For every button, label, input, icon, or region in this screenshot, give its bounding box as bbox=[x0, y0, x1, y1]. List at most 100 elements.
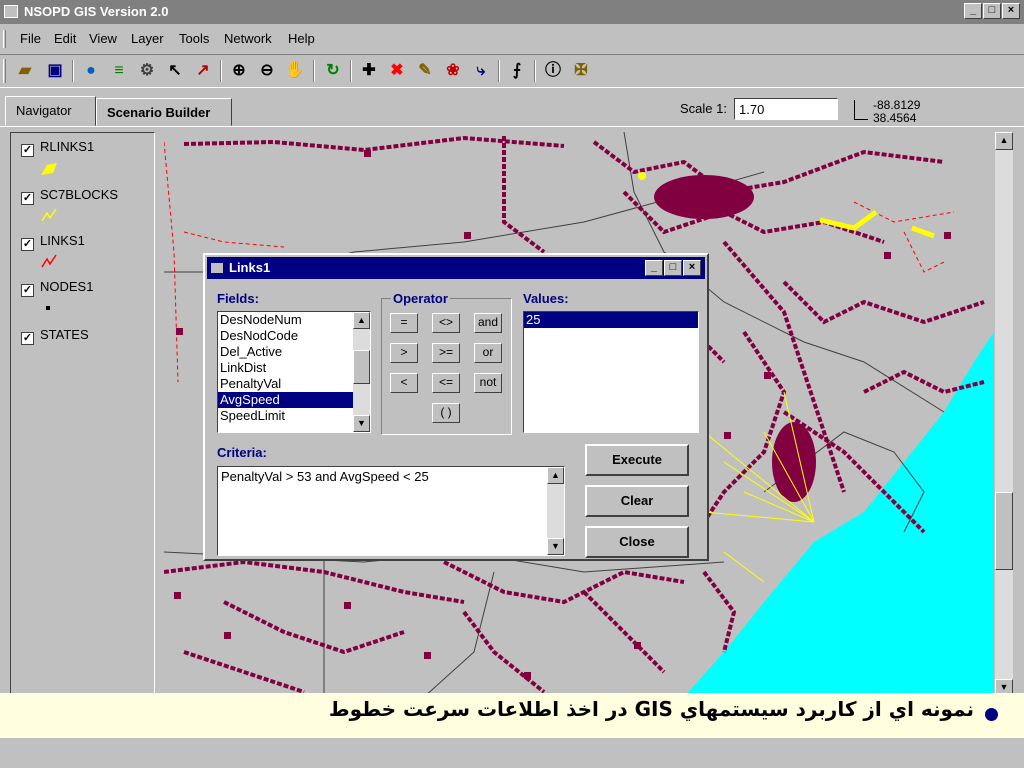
toolbar-separator bbox=[313, 60, 315, 82]
operator-equals-button[interactable]: = bbox=[390, 313, 418, 333]
list-item[interactable]: DesNodCode bbox=[218, 328, 370, 344]
criteria-scrollbar[interactable]: ▲ ▼ bbox=[547, 467, 564, 555]
crosshair-icon[interactable]: ✠ bbox=[570, 60, 592, 82]
dialog-controls: _ □ × bbox=[645, 260, 701, 276]
open-folder-icon[interactable]: ▰ bbox=[14, 60, 36, 82]
scale-input[interactable] bbox=[734, 98, 838, 120]
tab-navigator[interactable]: Navigator bbox=[5, 96, 96, 126]
sc7blocks-symbol-icon bbox=[41, 208, 57, 222]
rlinks-symbol-icon bbox=[41, 163, 57, 175]
layer-checkbox[interactable]: ✓ bbox=[21, 144, 34, 157]
fields-label: Fields: bbox=[217, 291, 259, 306]
info-icon[interactable]: ⓘ bbox=[542, 60, 564, 82]
layer-rlinks1[interactable]: ✓ RLINKS1 bbox=[21, 139, 94, 157]
window-title: NSOPD GIS Version 2.0 bbox=[24, 4, 169, 19]
caption-text: نمونه اي از كاربرد سيستمهاي GIS در اخذ ا… bbox=[328, 697, 974, 721]
delete-icon[interactable]: ✖ bbox=[386, 60, 408, 82]
dialog-close-button[interactable]: × bbox=[683, 260, 701, 276]
select-arrow-icon[interactable]: ↖ bbox=[164, 60, 186, 82]
map-vertical-scrollbar[interactable]: ▲ ▼ bbox=[995, 132, 1013, 697]
menu-layer[interactable]: Layer bbox=[131, 31, 164, 46]
operator-greater-button[interactable]: > bbox=[390, 343, 418, 363]
layer-checkbox[interactable]: ✓ bbox=[21, 238, 34, 251]
list-item[interactable]: DesNodeNum bbox=[218, 312, 370, 328]
list-item[interactable]: LinkDist bbox=[218, 360, 370, 376]
close-button[interactable]: × bbox=[1002, 3, 1020, 19]
scale-label: Scale 1: bbox=[680, 101, 727, 116]
links-symbol-icon bbox=[41, 254, 57, 268]
dialog-minimize-button[interactable]: _ bbox=[645, 260, 663, 276]
operator-label: Operator bbox=[391, 291, 450, 306]
layer-legend: ✓ RLINKS1 ✓ SC7BLOCKS ✓ LINKS1 ✓ NODES1 ✓ STA… bbox=[10, 132, 155, 697]
menu-help[interactable]: Help bbox=[288, 31, 315, 46]
operator-less-equal-button[interactable]: <= bbox=[432, 373, 460, 393]
toolbar-separator bbox=[498, 60, 500, 82]
values-list[interactable]: 25 bbox=[523, 311, 699, 433]
operator-parentheses-button[interactable]: ( ) bbox=[432, 403, 460, 423]
minimize-button[interactable]: _ bbox=[964, 3, 982, 19]
graph-icon[interactable]: ⨍ bbox=[506, 60, 528, 82]
layer-links1[interactable]: ✓ LINKS1 bbox=[21, 233, 85, 251]
add-layer-icon[interactable]: ≡ bbox=[108, 60, 130, 82]
refresh-icon[interactable]: ↻ bbox=[322, 60, 344, 82]
layer-checkbox[interactable]: ✓ bbox=[21, 192, 34, 205]
layer-name: RLINKS1 bbox=[40, 139, 95, 154]
menu-file[interactable]: File bbox=[20, 31, 41, 46]
criteria-textarea[interactable]: PenaltyVal > 53 and AvgSpeed < 25 ▲ ▼ bbox=[217, 466, 565, 556]
layer-properties-icon[interactable]: ⚙ bbox=[136, 60, 158, 82]
fields-scrollbar[interactable]: ▲ ▼ bbox=[353, 312, 370, 432]
nodes-symbol-icon bbox=[46, 306, 50, 310]
pointer-icon[interactable]: ↗ bbox=[192, 60, 214, 82]
scroll-down-icon[interactable]: ▼ bbox=[547, 538, 564, 555]
dialog-title-bar: Links1 _ □ × bbox=[207, 257, 705, 279]
clear-button[interactable]: Clear bbox=[585, 485, 689, 517]
layer-sc7blocks[interactable]: ✓ SC7BLOCKS bbox=[21, 187, 118, 205]
menu-edit[interactable]: Edit bbox=[54, 31, 76, 46]
save-icon[interactable]: ▣ bbox=[44, 60, 66, 82]
zoom-out-icon[interactable]: ⊖ bbox=[256, 60, 278, 82]
operator-not-button[interactable]: not bbox=[474, 373, 502, 393]
list-item-selected[interactable]: 25 bbox=[524, 312, 698, 328]
zoom-in-icon[interactable]: ⊕ bbox=[228, 60, 250, 82]
maximize-button[interactable]: □ bbox=[983, 3, 1001, 19]
add-point-icon[interactable]: ✚ bbox=[358, 60, 380, 82]
pan-hand-icon[interactable]: ✋ bbox=[284, 60, 306, 82]
fields-list[interactable]: DesNodeNum DesNodCode Del_Active LinkDis… bbox=[217, 311, 371, 433]
scroll-down-icon[interactable]: ▼ bbox=[353, 415, 370, 432]
edit-icon[interactable]: ✎ bbox=[414, 60, 436, 82]
toolbar-separator bbox=[220, 60, 222, 82]
operator-or-button[interactable]: or bbox=[474, 343, 502, 363]
list-item[interactable]: Del_Active bbox=[218, 344, 370, 360]
execute-button[interactable]: Execute bbox=[585, 444, 689, 476]
close-dialog-button[interactable]: Close bbox=[585, 526, 689, 558]
highlighted-links bbox=[819, 209, 935, 239]
scroll-up-icon[interactable]: ▲ bbox=[547, 467, 564, 484]
scroll-up-icon[interactable]: ▲ bbox=[995, 132, 1013, 150]
scroll-thumb[interactable] bbox=[995, 492, 1013, 570]
operator-less-button[interactable]: < bbox=[390, 373, 418, 393]
layer-states[interactable]: ✓ STATES bbox=[21, 327, 89, 345]
layer-checkbox[interactable]: ✓ bbox=[21, 332, 34, 345]
window-controls: _ □ × bbox=[964, 3, 1020, 19]
list-item-selected[interactable]: AvgSpeed bbox=[218, 392, 370, 408]
route-icon[interactable]: ⤷ bbox=[470, 60, 492, 82]
links1-query-dialog: Links1 _ □ × Fields: DesNodeNum DesNodCo… bbox=[203, 253, 709, 561]
menu-tools[interactable]: Tools bbox=[179, 31, 209, 46]
dialog-maximize-button[interactable]: □ bbox=[664, 260, 682, 276]
tab-scenario-builder[interactable]: Scenario Builder bbox=[96, 98, 232, 126]
operator-not-equal-button[interactable]: <> bbox=[432, 313, 460, 333]
menu-network[interactable]: Network bbox=[224, 31, 272, 46]
operator-and-button[interactable]: and bbox=[474, 313, 502, 333]
scroll-thumb[interactable] bbox=[353, 350, 370, 384]
network-icon[interactable]: ❀ bbox=[442, 60, 464, 82]
bullet-icon bbox=[985, 708, 998, 721]
list-item[interactable]: SpeedLimit bbox=[218, 408, 370, 424]
title-bar: NSOPD GIS Version 2.0 _ □ × bbox=[0, 0, 1024, 24]
layer-checkbox[interactable]: ✓ bbox=[21, 284, 34, 297]
list-item[interactable]: PenaltyVal bbox=[218, 376, 370, 392]
globe-icon[interactable]: ● bbox=[80, 60, 102, 82]
menu-view[interactable]: View bbox=[89, 31, 117, 46]
scroll-up-icon[interactable]: ▲ bbox=[353, 312, 370, 329]
operator-greater-equal-button[interactable]: >= bbox=[432, 343, 460, 363]
layer-nodes1[interactable]: ✓ NODES1 bbox=[21, 279, 93, 297]
